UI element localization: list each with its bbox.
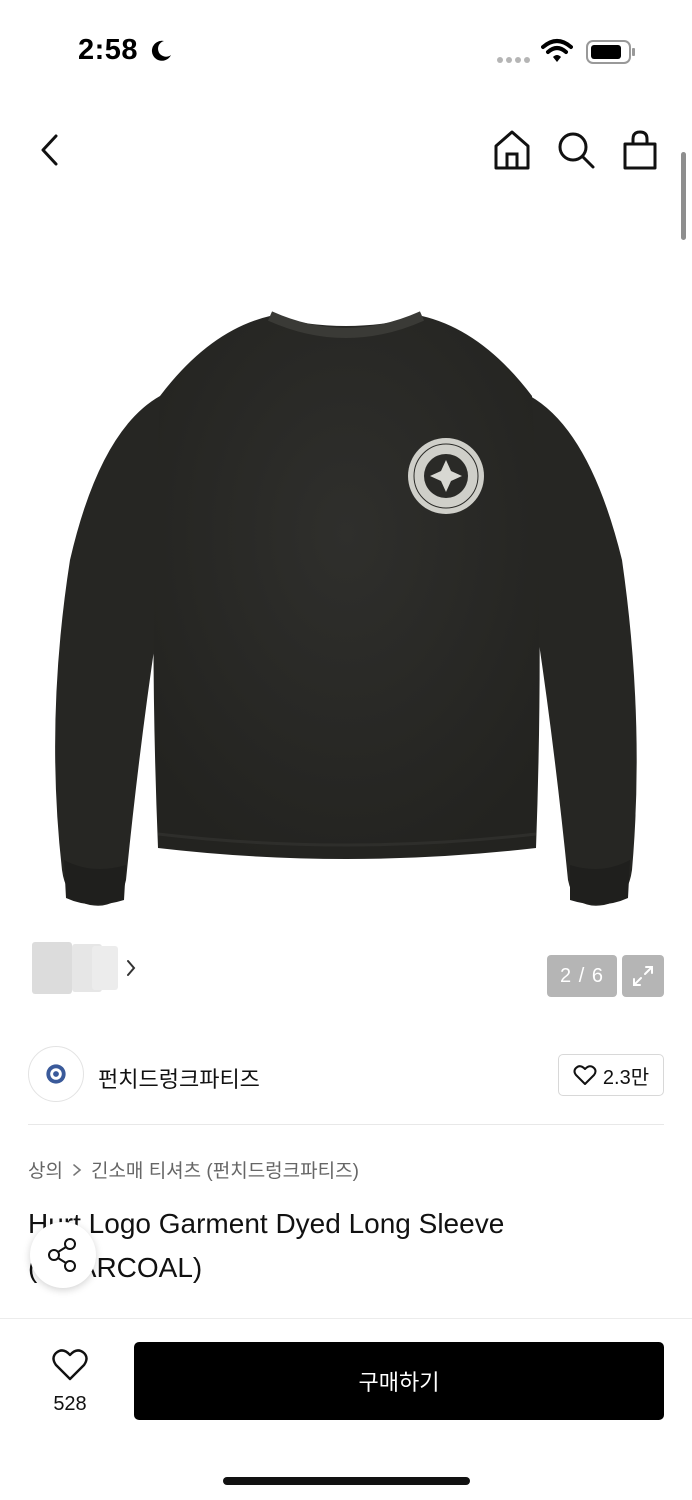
breadcrumb-item[interactable]: 긴소매 티셔츠 (펀치드렁크파티즈)	[91, 1156, 359, 1183]
divider	[28, 1124, 664, 1125]
heart-icon	[52, 1349, 88, 1381]
back-icon[interactable]	[30, 130, 70, 170]
thumbnail-image[interactable]	[92, 946, 118, 990]
breadcrumb: 상의 긴소매 티셔츠 (펀치드렁크파티즈)	[28, 1156, 359, 1183]
brand-logo[interactable]	[28, 1046, 84, 1102]
product-image[interactable]	[30, 300, 662, 940]
wifi-icon	[541, 39, 573, 62]
bottom-action-bar: 528 구매하기	[0, 1318, 692, 1500]
chevron-right-icon	[73, 1163, 82, 1176]
wishlist-count: 528	[53, 1393, 87, 1415]
breadcrumb-item[interactable]: 상의	[28, 1156, 63, 1183]
share-button[interactable]	[30, 1222, 96, 1288]
wishlist-button[interactable]: 528	[36, 1345, 104, 1419]
expand-icon[interactable]	[622, 955, 664, 997]
brand-like-count: 2.3만	[602, 1066, 650, 1089]
home-icon[interactable]	[490, 128, 534, 172]
brand-row[interactable]: 펀치드렁크파티즈 2.3만	[0, 1026, 692, 1126]
battery-icon	[586, 40, 635, 64]
brand-name[interactable]: 펀치드렁크파티즈	[98, 1062, 260, 1094]
share-icon	[48, 1238, 76, 1272]
heart-icon	[573, 1065, 597, 1085]
product-title: Hurt Logo Garment Dyed Long Sleeve (CHAR…	[28, 1208, 505, 1283]
scroll-indicator[interactable]	[681, 152, 686, 240]
shopping-bag-icon[interactable]	[618, 128, 662, 172]
moon-icon	[151, 40, 171, 61]
status-bar: 2:58	[0, 0, 692, 100]
thumbnail-strip[interactable]	[28, 938, 145, 998]
search-icon[interactable]	[554, 128, 598, 172]
cellular-signal-icon	[497, 57, 530, 63]
top-navigation	[0, 118, 692, 182]
thumbnail-image[interactable]	[32, 942, 72, 994]
gallery-page-indicator: 2 / 6	[547, 955, 617, 997]
home-indicator[interactable]	[223, 1477, 470, 1485]
status-time: 2:58	[78, 34, 139, 66]
chevron-right-icon[interactable]	[124, 956, 138, 980]
brand-like-button[interactable]: 2.3만	[558, 1054, 664, 1096]
buy-button[interactable]: 구매하기	[134, 1342, 664, 1420]
